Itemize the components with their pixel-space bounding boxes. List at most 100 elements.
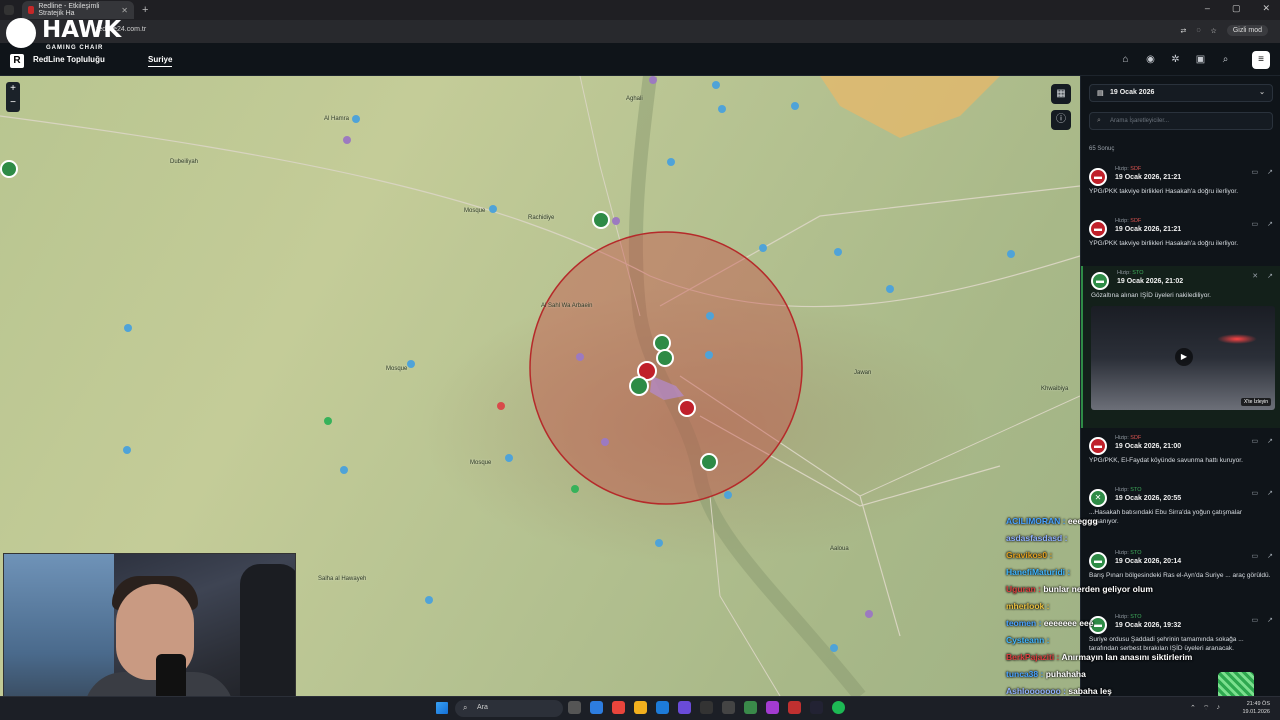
webcam-chair xyxy=(240,564,295,714)
brand-logo[interactable]: R xyxy=(10,54,24,68)
chat-text: bunlar nerden geliyor olum xyxy=(1043,584,1153,594)
vehicle-icon: ▬ xyxy=(1089,220,1107,238)
chat-message: Gravikos0 : xyxy=(1006,550,1196,567)
translate-icon[interactable]: ⇄ xyxy=(1180,27,1186,35)
nav-tab-suriye[interactable]: Suriye xyxy=(148,55,173,67)
video-icon[interactable]: ▭ xyxy=(1252,168,1259,176)
close-icon[interactable]: ✕ xyxy=(1252,272,1258,280)
app-icon[interactable] xyxy=(744,701,757,714)
file-explorer-icon[interactable] xyxy=(634,701,647,714)
maximize-button[interactable]: ▢ xyxy=(1232,3,1241,14)
vehicle-icon: ▬ xyxy=(1089,437,1107,455)
play-icon[interactable]: ▶ xyxy=(1175,348,1193,366)
external-link-icon[interactable]: ↗ xyxy=(1267,489,1273,497)
star-icon[interactable]: ☆ xyxy=(1211,27,1217,35)
tab-title: Redline - Etkileşimli Stratejik Ha xyxy=(38,3,100,17)
new-tab-button[interactable]: + xyxy=(142,4,148,16)
chrome-icon[interactable] xyxy=(612,701,625,714)
external-link-icon[interactable]: ↗ xyxy=(1267,272,1273,280)
menu-icon[interactable]: ≡ xyxy=(1252,51,1270,69)
spotify-icon[interactable] xyxy=(832,701,845,714)
chat-username: Uguran : xyxy=(1006,584,1041,594)
taskbar-search[interactable]: ⌕ Ara xyxy=(455,700,563,717)
chat-text: sabaha leş xyxy=(1068,686,1112,696)
info-icon[interactable]: ⓘ xyxy=(1051,110,1071,130)
event-time: 19 Ocak 2026, 21:21 xyxy=(1115,226,1182,233)
incognito-badge[interactable]: Gizli mod xyxy=(1226,25,1268,36)
copilot-icon[interactable] xyxy=(590,701,603,714)
chevron-up-icon[interactable]: ⌃ xyxy=(1190,704,1196,713)
video-thumbnail[interactable]: ▶ X'te İzleyin xyxy=(1091,306,1275,410)
video-icon[interactable]: ▭ xyxy=(1252,437,1259,445)
tab-list-button[interactable] xyxy=(4,5,14,15)
marker-green xyxy=(0,160,18,178)
map-label: Mosque xyxy=(470,460,492,466)
event-source: Hizip: SDF xyxy=(1115,166,1142,172)
chat-message: asdasfasdasd : xyxy=(1006,533,1196,550)
watch-on-x-label[interactable]: X'te İzleyin xyxy=(1240,398,1271,406)
event-item[interactable]: ▬ Hizip: SDF 19 Ocak 2026, 21:21 YPG/PKK… xyxy=(1081,218,1280,248)
event-item-selected[interactable]: ▬ Hizip: STO 19 Ocak 2026, 21:02 Gözaltı… xyxy=(1081,266,1280,428)
external-link-icon[interactable]: ↗ xyxy=(1267,437,1273,445)
video-icon[interactable]: ▭ xyxy=(1252,489,1259,497)
app-icon[interactable] xyxy=(766,701,779,714)
app-icon[interactable] xyxy=(788,701,801,714)
chat-message: ACILIMORAN : eeeggg xyxy=(1006,516,1196,533)
road xyxy=(859,395,1080,497)
eye-off-icon[interactable]: ◌ xyxy=(1196,27,1200,34)
chat-text: puhahaha xyxy=(1045,669,1086,679)
video-icon[interactable]: ▭ xyxy=(1252,220,1259,228)
map-label: Al Sahl Wa Arbaein xyxy=(541,303,593,309)
clock[interactable]: 21:49 ÖS 19.01.2026 xyxy=(1242,700,1270,716)
map-layers-icon[interactable]: ▦ xyxy=(1051,84,1071,104)
camera-icon[interactable]: ▣ xyxy=(1194,53,1207,66)
volume-icon[interactable]: ♪ xyxy=(1217,704,1221,713)
video-still xyxy=(1217,334,1257,344)
marker-search-input[interactable]: ⌕ Arama İşaretleyiciler... xyxy=(1089,112,1273,130)
settings-icon[interactable]: ✲ xyxy=(1169,53,1182,66)
chat-username: HanefiMaturidi : xyxy=(1006,567,1071,577)
video-icon[interactable]: ▭ xyxy=(1252,552,1259,560)
pin-icon[interactable]: ◉ xyxy=(1144,53,1157,66)
external-link-icon[interactable]: ↗ xyxy=(1267,220,1273,228)
map-label: Mosque xyxy=(464,208,486,214)
faction-zone xyxy=(820,76,1000,138)
close-window-button[interactable]: ✕ xyxy=(1262,3,1270,14)
external-link-icon[interactable]: ↗ xyxy=(1267,168,1273,176)
marker-green xyxy=(656,349,674,367)
edge-icon[interactable] xyxy=(656,701,669,714)
map-label: Khwaibiya xyxy=(1041,386,1069,392)
steam-icon[interactable] xyxy=(722,701,735,714)
map-label: Salha al Hawayeh xyxy=(318,576,367,582)
search-icon[interactable]: ⌕ xyxy=(1219,53,1232,66)
vehicle-icon: ▬ xyxy=(1091,272,1109,290)
close-tab-icon[interactable]: ✕ xyxy=(121,6,128,15)
event-item[interactable]: ▬ Hizip: SDF 19 Ocak 2026, 21:21 YPG/PKK… xyxy=(1081,166,1280,196)
zoom-out-button[interactable]: − xyxy=(6,96,20,110)
zoom-in-button[interactable]: + xyxy=(6,82,20,96)
date-selector[interactable]: ▤ 19 Ocak 2026 ⌄ xyxy=(1089,84,1273,102)
event-text: YPG/PKK takviye birlikleri Hasakah'a doğ… xyxy=(1089,188,1238,195)
external-link-icon[interactable]: ↗ xyxy=(1267,616,1273,624)
network-icon[interactable]: ⌔ xyxy=(1203,704,1210,713)
minimize-button[interactable]: – xyxy=(1205,3,1210,14)
app-icon[interactable] xyxy=(810,701,823,714)
event-item[interactable]: ▬ Hizip: SDF 19 Ocak 2026, 21:00 YPG/PKK… xyxy=(1081,435,1280,465)
chat-username: ACILIMORAN : xyxy=(1006,516,1066,526)
range-circle xyxy=(529,231,803,505)
discord-icon[interactable] xyxy=(678,701,691,714)
chat-username: asdasfasdasd : xyxy=(1006,533,1068,543)
windows-start-icon[interactable] xyxy=(436,702,448,714)
brand-name[interactable]: RedLine Topluluğu xyxy=(33,55,105,64)
obs-icon[interactable] xyxy=(700,701,713,714)
video-icon[interactable]: ▭ xyxy=(1252,616,1259,624)
map-label: Rachidiye xyxy=(528,215,555,221)
search-icon: ⌕ xyxy=(463,703,468,712)
date-label: 19 Ocak 2026 xyxy=(1110,89,1155,96)
tag-icon[interactable]: ⌂ xyxy=(1119,53,1132,66)
chat-text: eeeggg xyxy=(1067,516,1098,526)
event-text: YPG/PKK, El-Faydat köyünde savunma hattı… xyxy=(1089,457,1243,464)
external-link-icon[interactable]: ↗ xyxy=(1267,552,1273,560)
window-controls: – ▢ ✕ xyxy=(1205,3,1270,14)
task-view-icon[interactable] xyxy=(568,701,581,714)
